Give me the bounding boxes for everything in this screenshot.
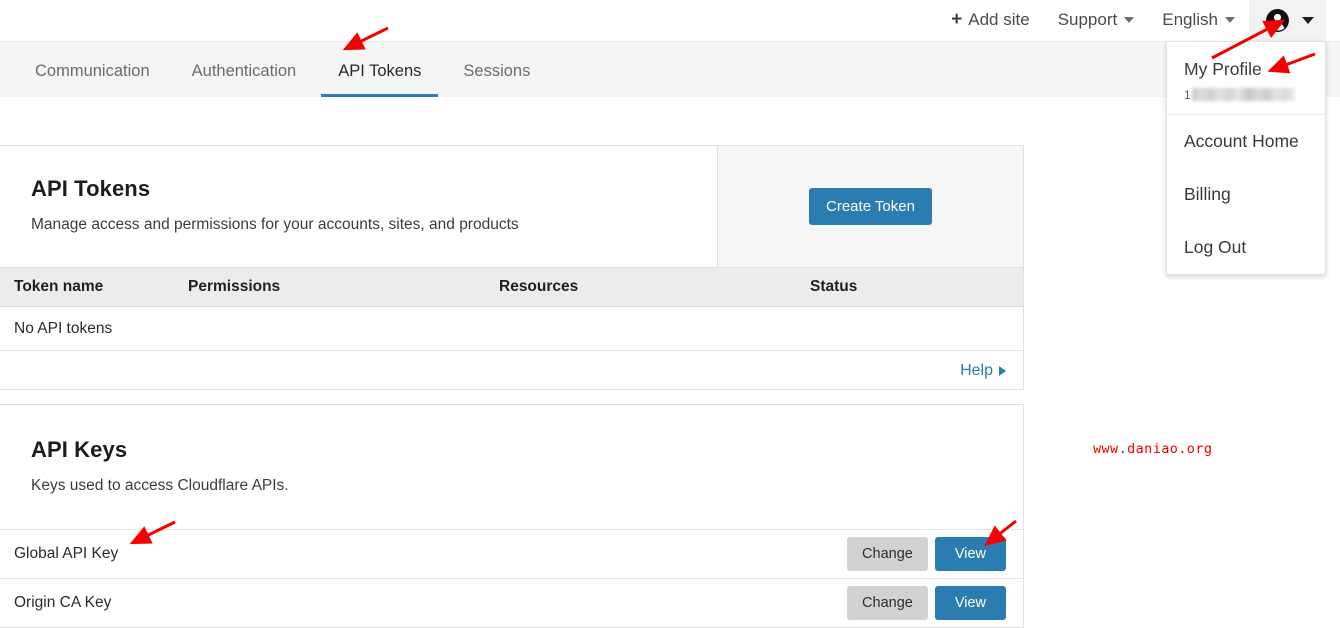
api-key-row-global: Global API Key Change View (0, 529, 1023, 578)
create-token-panel: Create Token (717, 146, 1023, 267)
dropdown-item-account-home[interactable]: Account Home (1167, 115, 1325, 168)
api-tokens-header-text: API Tokens Manage access and permissions… (0, 146, 717, 267)
create-token-button[interactable]: Create Token (809, 188, 932, 225)
tab-api-tokens[interactable]: API Tokens (317, 62, 442, 97)
tokens-table-footer: Help (0, 351, 1023, 391)
api-keys-subtitle: Keys used to access Cloudflare APIs. (31, 477, 289, 494)
column-header-status: Status (810, 278, 858, 295)
support-menu[interactable]: Support (1044, 0, 1149, 41)
view-origin-ca-key-button[interactable]: View (934, 586, 1006, 620)
account-circle-icon (1266, 8, 1289, 32)
page-root: + Add site Support English Communication… (0, 0, 1340, 628)
account-email-prefix: 1 (1184, 87, 1191, 102)
tab-communication[interactable]: Communication (14, 62, 171, 97)
column-header-token-name: Token name (14, 278, 104, 295)
api-key-name: Origin CA Key (14, 594, 112, 611)
chevron-down-icon (1302, 16, 1314, 24)
tokens-empty-row: No API tokens (0, 307, 1023, 351)
chevron-down-icon (1124, 17, 1135, 23)
redacted-email-blur (1191, 88, 1295, 101)
tab-authentication[interactable]: Authentication (171, 62, 318, 97)
account-email: 1 (1184, 87, 1308, 102)
api-tokens-card: API Tokens Manage access and permissions… (0, 145, 1024, 390)
watermark-text: www.daniao.org (1093, 441, 1213, 457)
column-header-permissions: Permissions (188, 278, 281, 295)
api-key-actions: Change View (847, 537, 1006, 571)
plus-icon: + (951, 9, 963, 30)
dropdown-item-my-profile[interactable]: My Profile 1 (1167, 42, 1325, 115)
api-key-row-origin-ca: Origin CA Key Change View (0, 578, 1023, 627)
settings-tab-bar: Communication Authentication API Tokens … (0, 41, 1340, 97)
tab-sessions[interactable]: Sessions (442, 62, 551, 97)
account-dropdown-menu: My Profile 1 Account Home Billing Log Ou… (1166, 41, 1326, 275)
top-header: + Add site Support English (0, 0, 1340, 41)
api-key-actions: Change View (847, 586, 1006, 620)
tokens-table-header: Token name Permissions Resources Status (0, 268, 1023, 307)
add-site-label: Add site (968, 10, 1030, 29)
page-title: API Tokens (31, 176, 151, 201)
my-profile-label: My Profile (1184, 59, 1262, 79)
change-global-api-key-button[interactable]: Change (847, 537, 928, 571)
help-label: Help (960, 362, 993, 379)
dropdown-item-log-out[interactable]: Log Out (1167, 221, 1325, 274)
dropdown-item-billing[interactable]: Billing (1167, 168, 1325, 221)
api-keys-title: API Keys (31, 437, 128, 462)
add-site-button[interactable]: + Add site (937, 0, 1044, 41)
support-label: Support (1057, 10, 1118, 29)
caret-right-icon (999, 366, 1006, 376)
language-label: English (1162, 10, 1218, 29)
api-keys-header: API Keys Keys used to access Cloudflare … (0, 405, 1023, 529)
chevron-down-icon (1225, 17, 1235, 23)
change-origin-ca-key-button[interactable]: Change (847, 586, 928, 620)
api-key-name: Global API Key (14, 545, 119, 562)
api-tokens-subtitle: Manage access and permissions for your a… (31, 216, 519, 233)
language-menu[interactable]: English (1148, 0, 1249, 41)
api-keys-card: API Keys Keys used to access Cloudflare … (0, 404, 1024, 628)
account-menu-button[interactable] (1249, 0, 1326, 41)
view-global-api-key-button[interactable]: View (934, 537, 1006, 571)
column-header-resources: Resources (499, 278, 579, 295)
help-link[interactable]: Help (960, 362, 1006, 380)
api-tokens-header: API Tokens Manage access and permissions… (0, 146, 1023, 268)
